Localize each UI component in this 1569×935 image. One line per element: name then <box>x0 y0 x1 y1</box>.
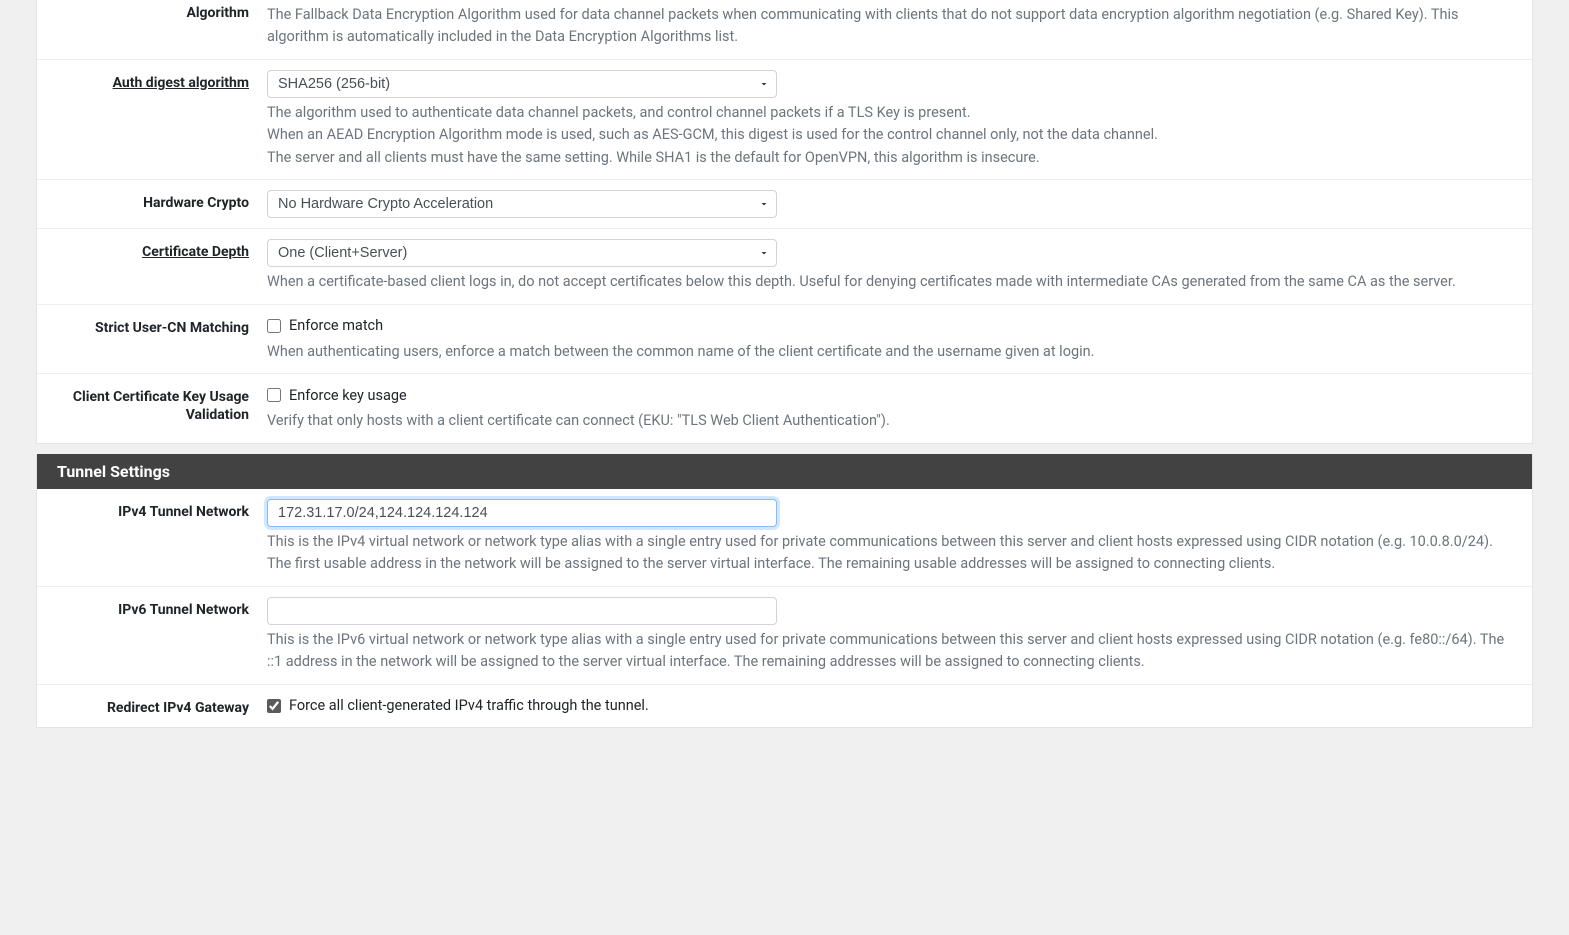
strict-user-cn-check-label[interactable]: Enforce match <box>289 317 383 334</box>
row-cckuv: Client Certificate Key Usage Validation … <box>37 374 1532 442</box>
label-redirect-v4: Redirect IPv4 Gateway <box>37 695 267 717</box>
row-ipv6-tunnel: IPv6 Tunnel Network This is the IPv6 vir… <box>37 587 1532 685</box>
help-cert-depth: When a certificate-based client logs in,… <box>267 271 1512 293</box>
help-algorithm: The Fallback Data Encryption Algorithm u… <box>267 4 1512 49</box>
help-auth-digest: The algorithm used to authenticate data … <box>267 102 1512 169</box>
cert-depth-select[interactable]: One (Client+Server) <box>267 239 777 267</box>
label-algorithm: Algorithm <box>37 0 267 49</box>
row-hardware-crypto: Hardware Crypto No Hardware Crypto Accel… <box>37 180 1532 229</box>
tunnel-settings-heading: Tunnel Settings <box>37 454 1532 489</box>
row-algorithm: Algorithm The Fallback Data Encryption A… <box>37 0 1532 60</box>
cckuv-check-label[interactable]: Enforce key usage <box>289 387 407 404</box>
label-cckuv: Client Certificate Key Usage Validation <box>37 384 267 432</box>
crypto-settings-panel: Algorithm The Fallback Data Encryption A… <box>36 0 1533 444</box>
row-cert-depth: Certificate Depth One (Client+Server) Wh… <box>37 229 1532 304</box>
row-strict-user-cn: Strict User-CN Matching Enforce match Wh… <box>37 305 1532 374</box>
help-ipv4-tunnel: This is the IPv4 virtual network or netw… <box>267 531 1512 576</box>
row-redirect-v4: Redirect IPv4 Gateway Force all client-g… <box>37 685 1532 727</box>
label-cert-depth: Certificate Depth <box>37 239 267 293</box>
ipv4-tunnel-input[interactable] <box>267 499 777 527</box>
label-ipv4-tunnel: IPv4 Tunnel Network <box>37 499 267 576</box>
label-hardware-crypto: Hardware Crypto <box>37 190 267 218</box>
tunnel-settings-panel: Tunnel Settings IPv4 Tunnel Network This… <box>36 454 1533 728</box>
row-ipv4-tunnel: IPv4 Tunnel Network This is the IPv4 vir… <box>37 489 1532 587</box>
ipv6-tunnel-input[interactable] <box>267 597 777 625</box>
label-strict-user-cn: Strict User-CN Matching <box>37 315 267 363</box>
help-strict-user-cn: When authenticating users, enforce a mat… <box>267 341 1512 363</box>
help-ipv6-tunnel: This is the IPv6 virtual network or netw… <box>267 629 1512 674</box>
strict-user-cn-checkbox[interactable] <box>267 319 281 333</box>
row-auth-digest: Auth digest algorithm SHA256 (256-bit) T… <box>37 60 1532 180</box>
label-ipv6-tunnel: IPv6 Tunnel Network <box>37 597 267 674</box>
hardware-crypto-select[interactable]: No Hardware Crypto Acceleration <box>267 190 777 218</box>
label-auth-digest: Auth digest algorithm <box>37 70 267 169</box>
redirect-v4-check-label[interactable]: Force all client-generated IPv4 traffic … <box>289 697 649 714</box>
auth-digest-select[interactable]: SHA256 (256-bit) <box>267 70 777 98</box>
redirect-v4-checkbox[interactable] <box>267 699 281 713</box>
cckuv-checkbox[interactable] <box>267 388 281 402</box>
help-cckuv: Verify that only hosts with a client cer… <box>267 410 1512 432</box>
